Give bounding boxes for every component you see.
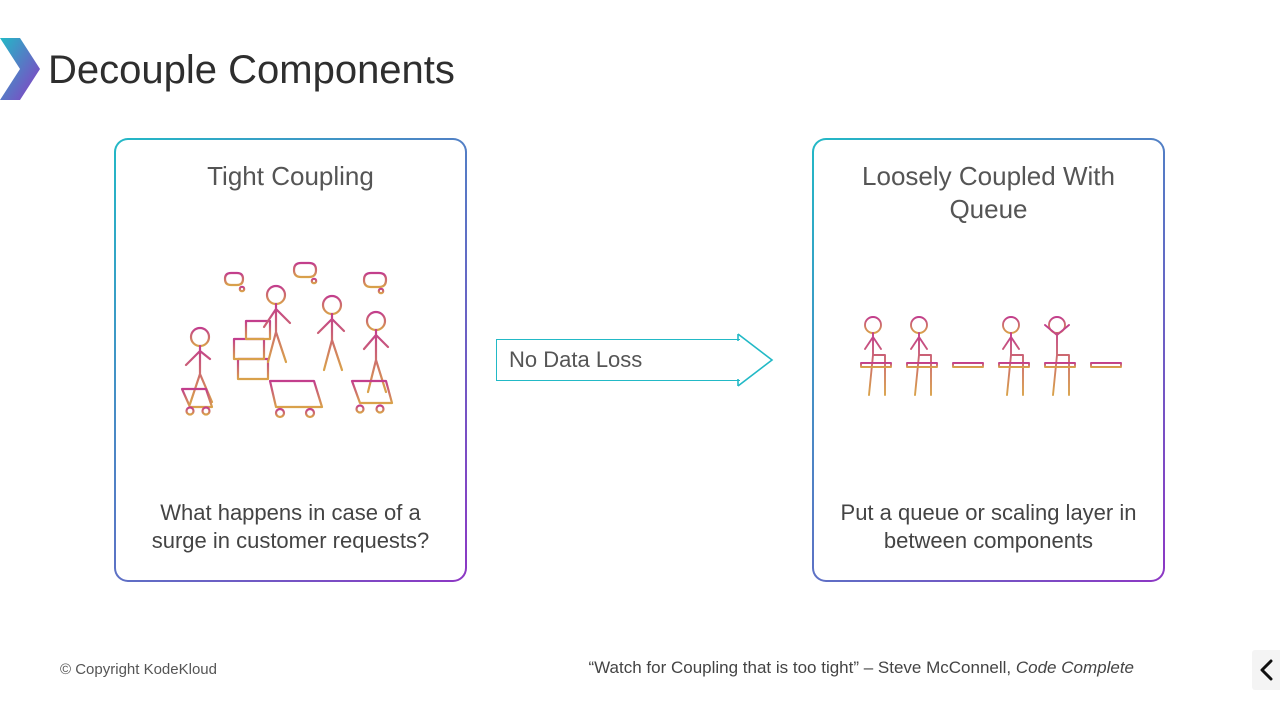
quote-book: Code Complete — [1016, 658, 1134, 677]
card-caption-left: What happens in case of a surge in custo… — [134, 499, 447, 556]
arrow-label: No Data Loss — [496, 339, 740, 381]
people-seated-queue-icon — [832, 225, 1145, 499]
prev-slide-button[interactable] — [1252, 650, 1280, 690]
card-tight-coupling: Tight Coupling — [114, 138, 467, 582]
slide: Decouple Components Tight Coupling — [0, 0, 1280, 720]
card-caption-right: Put a queue or scaling layer in between … — [832, 499, 1145, 556]
chevron-right-icon — [0, 38, 44, 100]
chevron-left-icon — [1259, 659, 1273, 681]
card-loosely-coupled: Loosely Coupled With Queue — [812, 138, 1165, 582]
card-title-left: Tight Coupling — [134, 160, 447, 193]
footer-quote: “Watch for Coupling that is too tight” –… — [588, 658, 1134, 678]
arrow-right-icon — [736, 332, 776, 388]
slide-title: Decouple Components — [48, 48, 455, 93]
copyright: © Copyright KodeKloud — [60, 661, 217, 678]
transition-arrow: No Data Loss — [496, 339, 776, 381]
card-title-right: Loosely Coupled With Queue — [832, 160, 1145, 225]
crowd-shopping-icon — [134, 193, 447, 499]
quote-text: “Watch for Coupling that is too tight” –… — [588, 658, 1015, 677]
